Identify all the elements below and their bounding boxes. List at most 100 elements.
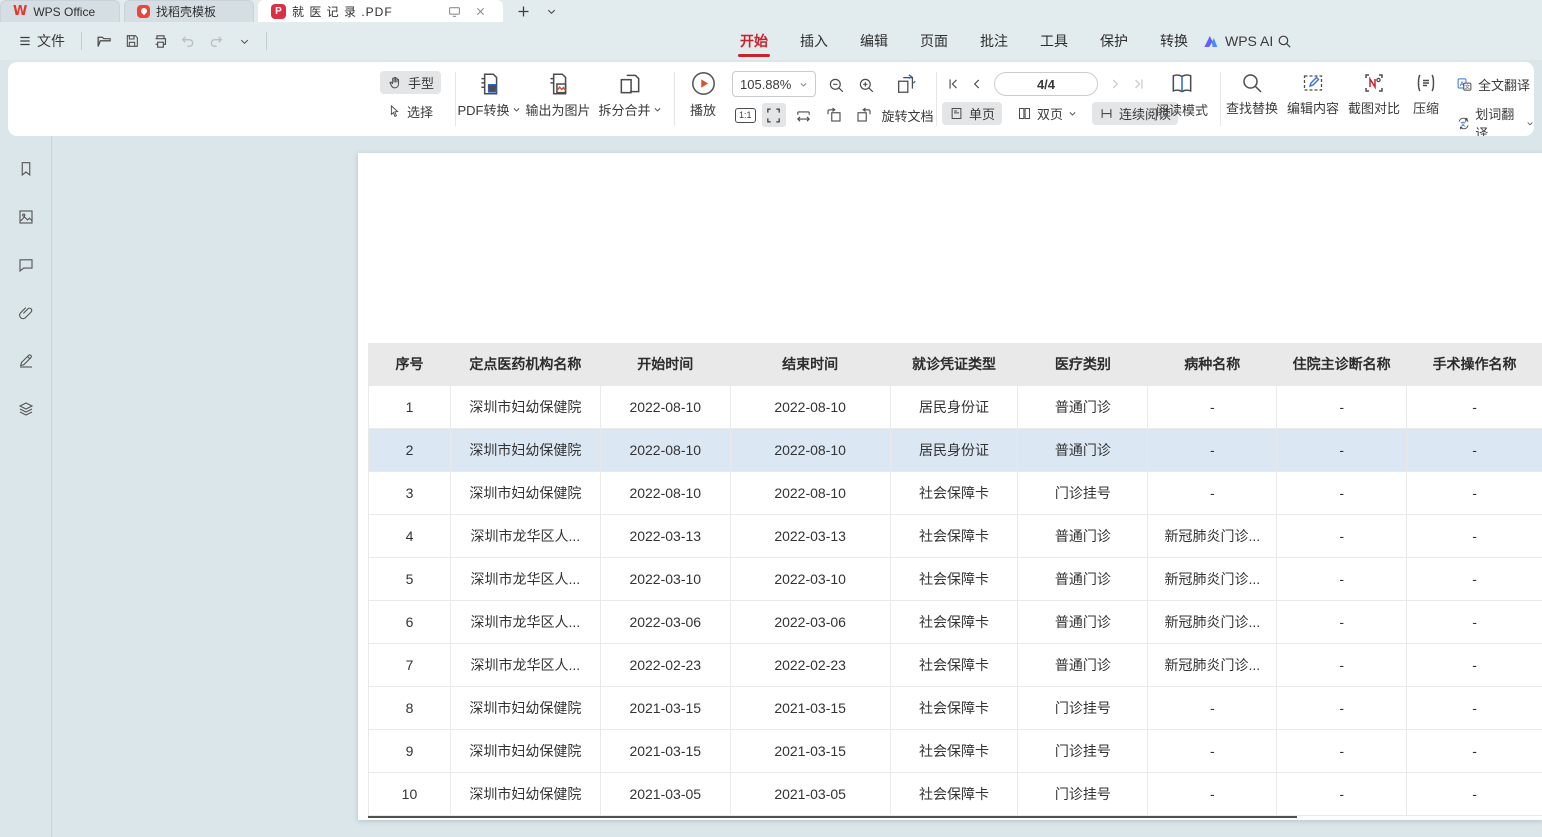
table-cell: 深圳市龙华区人...	[451, 644, 601, 687]
table-cell: -	[1148, 730, 1277, 773]
quick-toolbar-chevron-icon[interactable]	[232, 29, 256, 53]
comments-panel-button[interactable]	[13, 252, 39, 278]
layers-panel-button[interactable]	[13, 396, 39, 422]
next-page-button[interactable]	[1108, 77, 1122, 91]
play-button[interactable]: 播放	[688, 70, 718, 119]
print-button[interactable]	[148, 29, 172, 53]
find-replace-label: 查找替换	[1226, 98, 1278, 117]
svg-text:W: W	[489, 86, 496, 93]
pdf-file-icon: P	[271, 4, 286, 19]
menu-tools[interactable]: 工具	[1040, 23, 1068, 59]
rotate-left-button[interactable]	[822, 103, 846, 127]
menu-search-button[interactable]	[1272, 29, 1296, 53]
table-cell: 2022-03-10	[601, 558, 731, 601]
fit-page-button[interactable]	[762, 103, 786, 127]
open-file-button[interactable]	[92, 29, 116, 53]
zoom-out-button[interactable]	[824, 73, 848, 97]
find-replace-button[interactable]: 查找替换	[1224, 71, 1280, 117]
menu-convert[interactable]: 转换	[1160, 23, 1188, 59]
menu-protect[interactable]: 保护	[1100, 23, 1128, 59]
page-indicator-input[interactable]: 4/4	[994, 72, 1098, 96]
eye-protect-icon[interactable]	[444, 2, 464, 22]
fit-width-button[interactable]	[792, 103, 816, 127]
table-body: 1深圳市妇幼保健院2022-08-102022-08-10居民身份证普通门诊--…	[369, 386, 1542, 816]
page-organize-button[interactable]	[894, 72, 918, 96]
wps-ai-button[interactable]: WPS AI	[1202, 22, 1273, 60]
first-page-button[interactable]	[946, 77, 960, 91]
tab-document-active[interactable]: P 就 医 记 录 .PDF	[258, 0, 503, 22]
pdf-convert-label: PDF转换	[458, 100, 510, 119]
pdf-page[interactable]: 序号定点医药机构名称开始时间结束时间就诊凭证类型医疗类别病种名称住院主诊断名称手…	[358, 153, 1542, 820]
table-cell: 2021-03-15	[601, 730, 731, 773]
compress-button[interactable]: 压缩	[1407, 71, 1445, 117]
signature-panel-button[interactable]	[13, 348, 39, 374]
tab-wps-office[interactable]: W WPS Office	[0, 0, 120, 22]
table-cell: 9	[369, 730, 451, 773]
read-mode-button[interactable]: 阅读模式	[1152, 71, 1212, 119]
table-cell: 2022-03-06	[601, 601, 731, 644]
split-merge-button[interactable]: 拆分合并	[598, 71, 662, 119]
table-cell: 2022-02-23	[601, 644, 731, 687]
table-cell: 普通门诊	[1018, 601, 1148, 644]
rotate-doc-label[interactable]: 旋转文档	[882, 106, 934, 125]
table-cell: 居民身份证	[891, 386, 1019, 429]
table-cell: -	[1277, 730, 1407, 773]
undo-button[interactable]	[176, 29, 200, 53]
table-row: 1深圳市妇幼保健院2022-08-102022-08-10居民身份证普通门诊--…	[369, 386, 1542, 429]
pdf-convert-button[interactable]: W PDF转换	[460, 71, 518, 119]
new-tab-icon[interactable]	[513, 1, 533, 21]
read-mode-label: 阅读模式	[1156, 100, 1208, 119]
actual-size-button[interactable]: 1:1	[735, 108, 756, 123]
thumbnails-panel-button[interactable]	[13, 204, 39, 230]
save-button[interactable]	[120, 29, 144, 53]
divider	[455, 72, 456, 126]
document-area: 序号定点医药机构名称开始时间结束时间就诊凭证类型医疗类别病种名称住院主诊断名称手…	[0, 136, 1542, 837]
table-cell: 社会保障卡	[891, 687, 1019, 730]
table-cell: -	[1277, 558, 1407, 601]
last-page-button[interactable]	[1132, 77, 1146, 91]
single-page-icon	[949, 106, 964, 121]
single-page-button[interactable]: 单页	[942, 102, 1002, 125]
export-image-button[interactable]: 输出为图片	[523, 71, 593, 119]
attachments-panel-button[interactable]	[13, 300, 39, 326]
edit-content-button[interactable]: 编辑内容	[1285, 71, 1341, 117]
double-page-button[interactable]: 双页	[1010, 102, 1084, 125]
table-cell: 7	[369, 644, 451, 687]
bookmarks-panel-button[interactable]	[13, 156, 39, 182]
menu-edit[interactable]: 编辑	[860, 23, 888, 59]
menu-comment[interactable]: 批注	[980, 23, 1008, 59]
compress-label: 压缩	[1413, 98, 1439, 117]
select-tool-button[interactable]: 选择	[380, 100, 440, 123]
file-menu-button[interactable]: 文件	[12, 28, 71, 54]
paperclip-icon	[17, 304, 35, 322]
close-tab-icon[interactable]	[470, 2, 490, 22]
redo-button[interactable]	[204, 29, 228, 53]
menu-home[interactable]: 开始	[740, 23, 768, 59]
table-cell: -	[1407, 773, 1542, 816]
prev-page-button[interactable]	[970, 77, 984, 91]
table-cell: 2021-03-05	[601, 773, 731, 816]
menu-page[interactable]: 页面	[920, 23, 948, 59]
rotate-right-button[interactable]	[852, 103, 876, 127]
ribbon-toolbar: 手型 选择 W PDF转换 输出为图片 拆分合并	[8, 62, 1534, 136]
hand-tool-button[interactable]: 手型	[380, 71, 441, 94]
tab-list-chevron-icon[interactable]	[541, 1, 561, 21]
menu-insert[interactable]: 插入	[800, 23, 828, 59]
table-cell: 普通门诊	[1018, 386, 1148, 429]
table-cell: 深圳市妇幼保健院	[451, 429, 601, 472]
book-icon	[1169, 71, 1195, 97]
tab-docer-templates[interactable]: 找稻壳模板	[124, 0, 254, 22]
signature-pen-icon	[17, 352, 35, 370]
screenshot-compare-button[interactable]: 截图对比	[1346, 71, 1402, 117]
table-row: 6深圳市龙华区人...2022-03-062022-03-06社会保障卡普通门诊…	[369, 601, 1542, 644]
rotate-left-icon	[825, 106, 843, 124]
edit-content-label: 编辑内容	[1287, 98, 1339, 117]
table-cell: -	[1277, 687, 1407, 730]
table-cell: 8	[369, 687, 451, 730]
double-page-icon	[1017, 106, 1032, 121]
full-translate-button[interactable]: A文 全文翻译	[1456, 75, 1530, 94]
table-cell: 普通门诊	[1018, 429, 1148, 472]
export-image-label: 输出为图片	[525, 100, 590, 119]
zoom-level-select[interactable]: 105.88%	[732, 71, 816, 97]
zoom-in-button[interactable]	[854, 73, 878, 97]
